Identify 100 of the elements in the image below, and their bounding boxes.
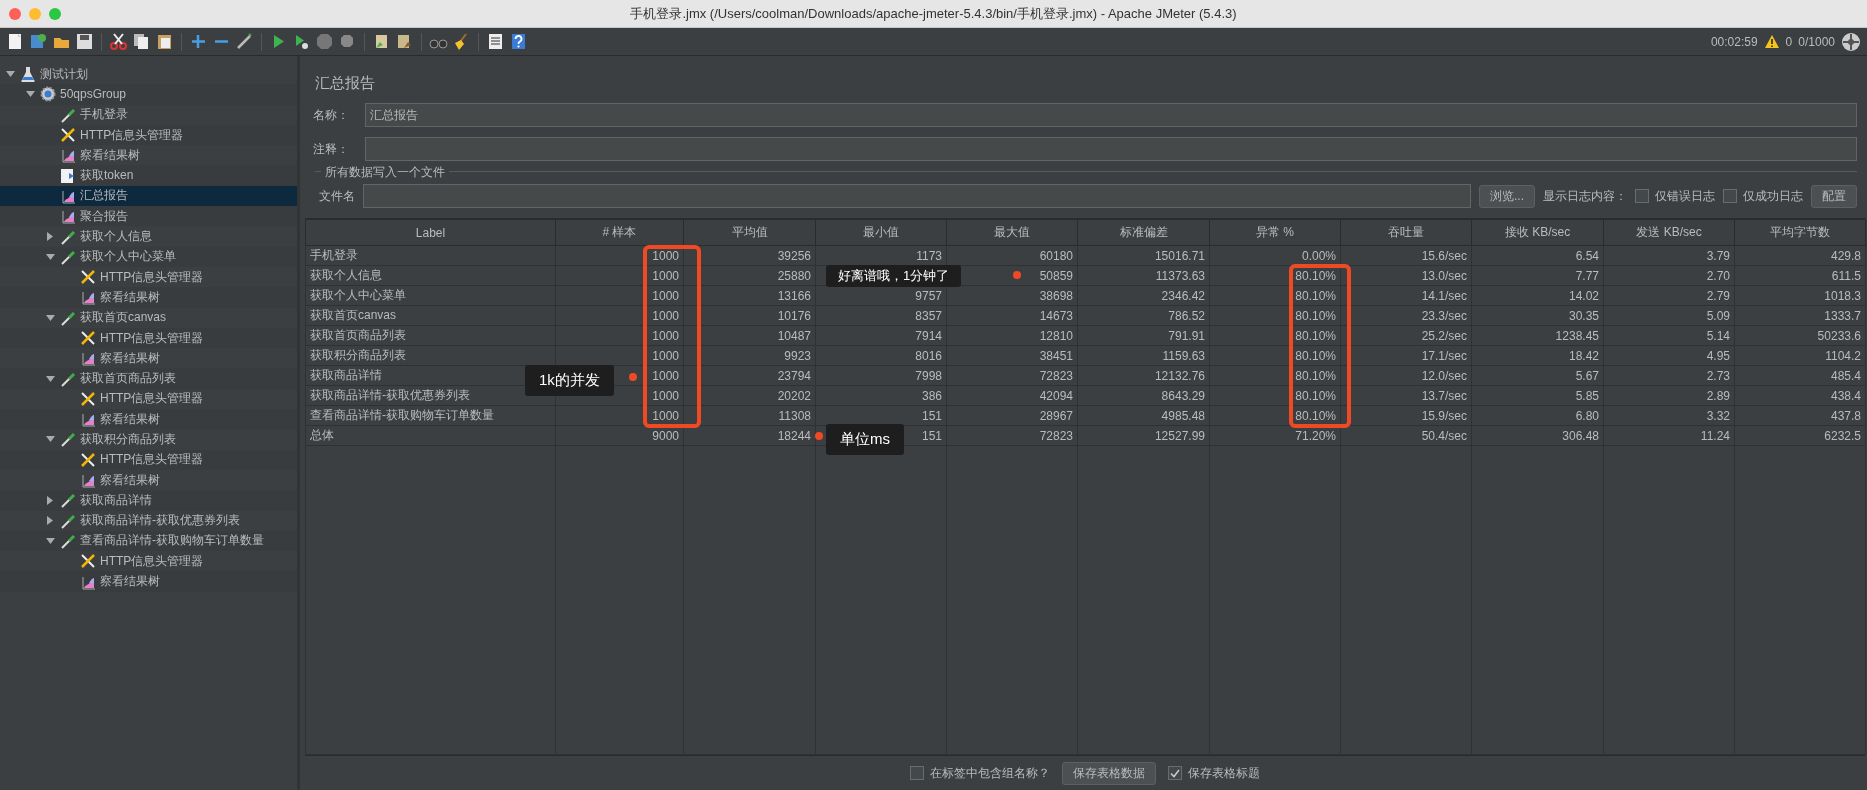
table-cell: 10487 bbox=[683, 325, 816, 346]
tree-item[interactable]: 察看结果树 bbox=[0, 348, 297, 369]
tree-item[interactable]: 察看结果树 bbox=[0, 469, 297, 491]
table-cell: 1000 bbox=[555, 265, 684, 286]
callout-label: 1k的并发 bbox=[525, 365, 614, 396]
template-icon[interactable] bbox=[29, 32, 48, 51]
table-cell: 1000 bbox=[555, 305, 684, 326]
table-cell: 2.79 bbox=[1603, 285, 1735, 306]
table-cell: 7914 bbox=[815, 325, 947, 346]
wand-icon[interactable] bbox=[235, 32, 254, 51]
column-header[interactable]: 最小值 bbox=[815, 219, 947, 246]
section-label: 所有数据写入一个文件 bbox=[321, 164, 449, 181]
table-cell: 18244 bbox=[683, 425, 816, 446]
chart-icon bbox=[60, 208, 76, 225]
table-cell: 6.54 bbox=[1471, 245, 1604, 266]
table-cell: 25880 bbox=[683, 265, 816, 286]
column-header[interactable]: 接收 KB/sec bbox=[1471, 219, 1604, 246]
tree-item[interactable]: 获取首页canvas bbox=[0, 307, 297, 328]
table-cell: 485.4 bbox=[1734, 365, 1866, 386]
table-cell: 306.48 bbox=[1471, 425, 1604, 446]
checkbox[interactable] bbox=[1168, 766, 1182, 780]
tree-item[interactable]: 获取商品详情-获取优惠券列表 bbox=[0, 510, 297, 531]
flask-icon bbox=[20, 66, 36, 83]
table-cell: 80.10% bbox=[1209, 305, 1341, 326]
save-table-button[interactable]: 保存表格数据 bbox=[1062, 761, 1156, 785]
file-field[interactable] bbox=[363, 184, 1471, 208]
table-cell: 17.1/sec bbox=[1340, 345, 1472, 366]
warning-icon[interactable] bbox=[1763, 34, 1780, 49]
copy-icon[interactable] bbox=[132, 32, 151, 51]
expanded-arrow-icon[interactable] bbox=[45, 314, 55, 321]
expanded-arrow-icon[interactable] bbox=[45, 253, 55, 260]
column-header[interactable]: 异常 % bbox=[1209, 219, 1341, 246]
document-icon bbox=[60, 167, 76, 184]
column-header[interactable]: Label bbox=[305, 219, 556, 246]
column-header[interactable]: 最大值 bbox=[946, 219, 1078, 246]
table-cell: 3.79 bbox=[1603, 245, 1735, 266]
column-header[interactable]: # 样本 bbox=[555, 219, 684, 246]
checkbox[interactable] bbox=[1723, 189, 1737, 203]
expanded-arrow-icon[interactable] bbox=[45, 537, 55, 544]
table-cell: 获取个人信息 bbox=[305, 265, 556, 286]
table-cell: 50.4/sec bbox=[1340, 425, 1472, 446]
globe-icon[interactable] bbox=[1841, 31, 1861, 52]
scissors-icon[interactable] bbox=[109, 32, 128, 51]
table-cell: 13.7/sec bbox=[1340, 385, 1472, 406]
table-cell: 3.32 bbox=[1603, 405, 1735, 426]
expanded-arrow-icon[interactable] bbox=[45, 436, 55, 443]
marker-dot bbox=[629, 373, 637, 381]
tree-item[interactable]: HTTP信息头管理器 bbox=[0, 388, 297, 410]
collapsed-arrow-icon[interactable] bbox=[47, 516, 53, 526]
table-cell: 1000 bbox=[555, 325, 684, 346]
table-cell: 786.52 bbox=[1077, 305, 1210, 326]
table-cell: 总体 bbox=[305, 425, 556, 446]
comment-field[interactable] bbox=[365, 137, 1857, 161]
tools-icon bbox=[80, 330, 96, 346]
table-cell: 1000 bbox=[555, 285, 684, 306]
marker-dot bbox=[1013, 271, 1021, 279]
marker-dot bbox=[815, 432, 823, 440]
checkbox[interactable] bbox=[1635, 189, 1649, 203]
list-icon[interactable] bbox=[486, 32, 505, 51]
tree-item[interactable]: 测试计划 bbox=[0, 64, 297, 85]
expanded-arrow-icon[interactable] bbox=[25, 91, 35, 98]
config-button[interactable]: 配置 bbox=[1811, 184, 1857, 208]
table-cell: 8643.29 bbox=[1077, 385, 1210, 406]
tree-item[interactable]: 手机登录 bbox=[0, 104, 297, 125]
paste-icon[interactable] bbox=[155, 32, 174, 51]
browse-button[interactable]: 浏览... bbox=[1479, 184, 1535, 208]
checkbox-label: 仅成功日志 bbox=[1743, 187, 1803, 205]
tree-item[interactable]: HTTP信息头管理器 bbox=[0, 551, 297, 572]
expanded-arrow-icon[interactable] bbox=[5, 71, 15, 78]
column-header[interactable]: 发送 KB/sec bbox=[1603, 219, 1735, 246]
file-label: 文件名 bbox=[319, 187, 355, 205]
collapsed-arrow-icon[interactable] bbox=[47, 495, 53, 505]
tree-item[interactable]: 获取个人信息 bbox=[0, 226, 297, 247]
chart-icon bbox=[60, 147, 76, 164]
callout-label: 单位ms bbox=[826, 424, 904, 455]
callout-label: 好离谱哦，1分钟了 bbox=[826, 265, 962, 287]
tree-item[interactable]: 汇总报告 bbox=[0, 185, 297, 207]
pipette-icon bbox=[60, 532, 76, 549]
collapsed-arrow-icon[interactable] bbox=[47, 232, 53, 241]
checkbox[interactable] bbox=[910, 766, 924, 780]
save-icon[interactable] bbox=[75, 32, 94, 51]
table-cell: 获取个人中心菜单 bbox=[305, 285, 556, 306]
column-header[interactable]: 平均值 bbox=[683, 219, 816, 246]
table-cell: 13.0/sec bbox=[1340, 265, 1472, 286]
tree-item[interactable]: HTTP信息头管理器 bbox=[0, 266, 297, 288]
tree-item[interactable]: 获取积分商品列表 bbox=[0, 429, 297, 450]
column-header[interactable]: 平均字节数 bbox=[1734, 219, 1866, 246]
table-cell: 7.77 bbox=[1471, 265, 1604, 286]
plus-icon[interactable] bbox=[189, 32, 208, 51]
question-icon[interactable] bbox=[509, 32, 528, 51]
panel-title: 汇总报告 bbox=[315, 74, 375, 93]
name-field[interactable]: 汇总报告 bbox=[365, 103, 1857, 127]
column-header[interactable]: 标准偏差 bbox=[1077, 219, 1210, 246]
pipette-icon bbox=[60, 228, 76, 245]
column-header[interactable]: 吞吐量 bbox=[1340, 219, 1472, 246]
expanded-arrow-icon[interactable] bbox=[45, 375, 55, 382]
tree-item[interactable]: 察看结果树 bbox=[0, 145, 297, 166]
table-cell: 5.14 bbox=[1603, 325, 1735, 346]
table-cell: 4.95 bbox=[1603, 345, 1735, 366]
tools-icon bbox=[80, 553, 96, 570]
